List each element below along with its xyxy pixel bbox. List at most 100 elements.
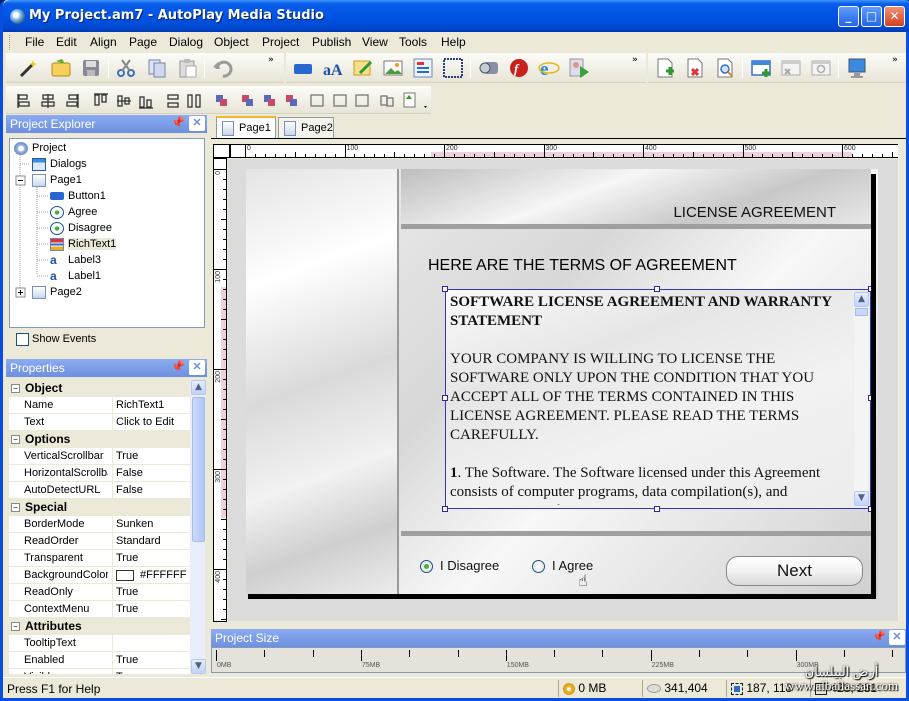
button-object-icon[interactable]	[292, 57, 314, 79]
tree-node-richtext1[interactable]: RichText1	[50, 237, 117, 252]
tree-node-disagree[interactable]: Disagree	[50, 221, 112, 236]
property-value[interactable]: False	[112, 482, 190, 499]
tree-node-agree[interactable]: Agree	[50, 205, 97, 220]
property-category[interactable]: − Attributes	[9, 618, 190, 635]
pin-icon[interactable]: 📌	[170, 360, 186, 375]
radio-agree[interactable]	[532, 560, 545, 573]
property-row[interactable]: TooltipText	[9, 635, 190, 652]
collapse-icon[interactable]: −	[11, 384, 20, 393]
radio-disagree-label[interactable]: I Disagree	[440, 558, 499, 573]
toolbar-overflow-button[interactable]: »	[892, 55, 898, 65]
property-row[interactable]: Text Click to Edit	[9, 414, 190, 431]
property-value[interactable]: Standard	[112, 533, 190, 550]
richtext-scrollbar[interactable]: ▲ ▼	[853, 292, 869, 506]
tree-node-dialogs[interactable]: Dialogs	[32, 157, 87, 172]
property-value[interactable]	[112, 635, 190, 652]
toolbar-overflow-button[interactable]: »	[268, 55, 274, 65]
properties-scrollbar[interactable]: ▲ ▼	[190, 380, 206, 674]
label-object-icon[interactable]: aA	[322, 57, 344, 79]
scroll-thumb[interactable]	[192, 397, 205, 542]
property-category[interactable]: − Options	[9, 431, 190, 448]
property-value[interactable]: True	[112, 652, 190, 669]
property-row[interactable]: HorizontalScrollbar False	[9, 465, 190, 482]
tree-node-page1[interactable]: Page1	[32, 173, 82, 188]
property-row[interactable]: Enabled True	[9, 652, 190, 669]
property-row[interactable]: ReadOnly True	[9, 584, 190, 601]
collapse-icon[interactable]: −	[11, 435, 20, 444]
slideshow-object-icon[interactable]	[568, 57, 590, 79]
property-row[interactable]: VerticalScrollbar True	[9, 448, 190, 465]
remove-dialog-icon[interactable]	[780, 57, 802, 79]
wizard-icon[interactable]	[18, 57, 40, 79]
property-row[interactable]: AutoDetectURL False	[9, 482, 190, 499]
property-value[interactable]: Click to Edit	[112, 414, 190, 431]
tab-page1[interactable]: Page1	[216, 116, 276, 139]
scroll-up-button[interactable]: ▲	[854, 292, 869, 307]
property-row[interactable]: Name RichText1	[9, 397, 190, 414]
resize-handle[interactable]	[442, 286, 448, 292]
add-page-icon[interactable]	[654, 57, 676, 79]
tree-node-label3[interactable]: a Label3	[50, 253, 101, 268]
tree-node-project[interactable]: Project	[14, 141, 66, 156]
scroll-down-button[interactable]: ▼	[191, 659, 206, 674]
property-value[interactable]: True	[112, 550, 190, 567]
dialog-properties-icon[interactable]	[810, 57, 832, 79]
scroll-down-button[interactable]: ▼	[854, 491, 869, 506]
menu-tools[interactable]: Tools	[399, 35, 427, 49]
add-dialog-icon[interactable]	[750, 57, 772, 79]
pin-icon[interactable]: 📌	[170, 116, 186, 131]
property-value[interactable]: True	[112, 584, 190, 601]
web-object-icon[interactable]: e	[538, 57, 560, 80]
save-icon[interactable]	[80, 57, 102, 79]
property-value[interactable]: True	[112, 601, 190, 618]
paragraph-object-icon[interactable]	[352, 57, 374, 79]
tab-page2[interactable]: Page2	[278, 117, 334, 139]
preview-icon[interactable]	[846, 57, 868, 79]
properties-close-button[interactable]: ✕	[189, 360, 205, 375]
property-row[interactable]: ReadOrder Standard	[9, 533, 190, 550]
richtext-object-icon[interactable]	[412, 57, 434, 79]
menu-dialog[interactable]: Dialog	[169, 35, 203, 49]
show-events-checkbox[interactable]	[16, 333, 29, 346]
project-size-close-button[interactable]: ✕	[889, 630, 905, 645]
vertical-ruler[interactable]: 0 100 200 300 400	[213, 158, 227, 622]
menu-edit[interactable]: Edit	[56, 35, 77, 49]
property-value[interactable]: True	[112, 448, 190, 465]
menu-align[interactable]: Align	[90, 35, 117, 49]
color-swatch[interactable]	[116, 569, 134, 581]
remove-page-icon[interactable]	[684, 57, 706, 79]
license-richtext[interactable]: SOFTWARE LICENSE AGREEMENT AND WARRANTY …	[442, 286, 874, 512]
flash-object-icon[interactable]: f	[508, 57, 530, 79]
menu-page[interactable]: Page	[129, 35, 157, 49]
video-object-icon[interactable]	[478, 57, 500, 79]
property-row[interactable]: Visible True	[9, 669, 190, 674]
copy-icon[interactable]	[146, 57, 168, 79]
collapse-icon[interactable]: −	[11, 622, 20, 631]
image-object-icon[interactable]	[382, 57, 404, 79]
open-icon[interactable]	[50, 57, 72, 79]
maximize-button[interactable]: □	[861, 6, 882, 27]
radio-disagree[interactable]	[420, 560, 433, 573]
tree-node-button1[interactable]: Button1	[50, 189, 106, 204]
resize-handle[interactable]	[442, 395, 448, 401]
terms-heading[interactable]: HERE ARE THE TERMS OF AGREEMENT	[428, 257, 737, 275]
menu-project[interactable]: Project	[262, 35, 299, 49]
resize-handle[interactable]	[654, 506, 660, 512]
undo-icon[interactable]	[211, 57, 233, 79]
property-row[interactable]: ContextMenu True	[9, 601, 190, 618]
toolbar-overflow-button[interactable]: »	[632, 55, 638, 65]
pin-icon[interactable]: 📌	[871, 630, 887, 645]
property-value[interactable]: RichText1	[112, 397, 190, 414]
property-value[interactable]: #FFFFFF	[112, 567, 190, 584]
input-object-icon[interactable]	[442, 57, 464, 79]
header-label[interactable]: LICENSE AGREEMENT	[673, 204, 836, 221]
project-explorer-close-button[interactable]: ✕	[189, 116, 205, 131]
scroll-thumb[interactable]	[855, 308, 868, 316]
horizontal-ruler[interactable]: 0 100 200 300 400 500 600	[230, 144, 906, 158]
menu-help[interactable]: Help	[441, 35, 466, 49]
property-value[interactable]: Sunken	[112, 516, 190, 533]
menu-file[interactable]: File	[25, 35, 44, 49]
property-row[interactable]: BackgroundColor #FFFFFF	[9, 567, 190, 584]
menu-publish[interactable]: Publish	[312, 35, 351, 49]
tree-node-label1[interactable]: a Label1	[50, 269, 101, 284]
